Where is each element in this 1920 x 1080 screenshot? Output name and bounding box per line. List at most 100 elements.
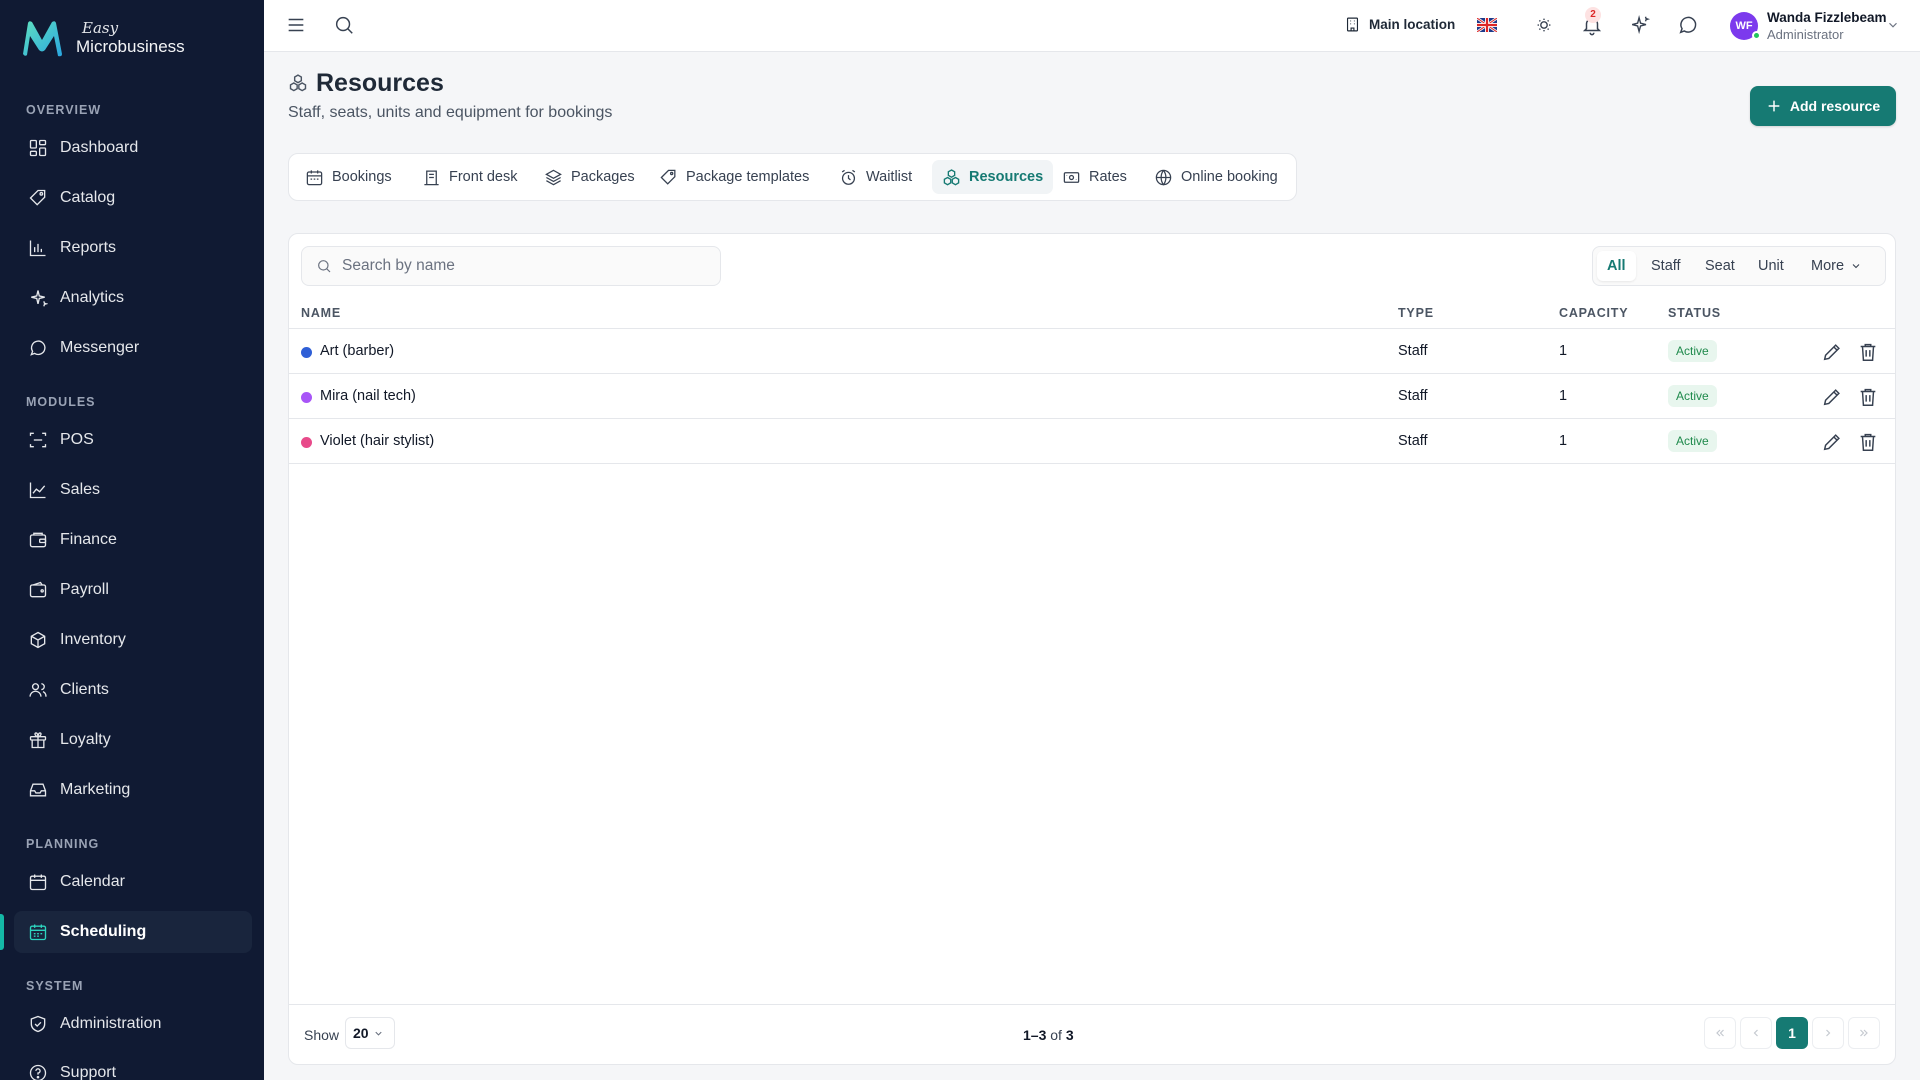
sidebar-item-inventory[interactable]: Inventory <box>14 619 252 661</box>
page-button-current[interactable]: 1 <box>1776 1017 1808 1049</box>
tab-package-templates[interactable]: Package templates <box>649 160 819 194</box>
delete-button[interactable] <box>1857 431 1879 453</box>
sidebar-item-loyalty[interactable]: Loyalty <box>14 719 252 761</box>
status-badge: Active <box>1668 430 1717 452</box>
sidebar-item-catalog[interactable]: Catalog <box>14 177 252 219</box>
filter-more-label: More <box>1811 258 1845 274</box>
nav-section-overview: OVERVIEW <box>26 103 102 117</box>
global-search-button[interactable] <box>333 14 355 36</box>
ai-assistant-button[interactable] <box>1629 14 1651 36</box>
range-of: of <box>1050 1027 1062 1043</box>
inventory-icon <box>30 631 46 649</box>
resource-capacity: 1 <box>1559 343 1568 359</box>
notification-count-badge: 2 <box>1585 7 1601 23</box>
page-title: Resources <box>316 69 444 97</box>
reports-icon <box>29 240 46 257</box>
sidebar-item-analytics[interactable]: Analytics <box>14 277 252 319</box>
resource-color-dot <box>301 437 312 448</box>
loyalty-icon <box>29 732 47 749</box>
location-selector[interactable]: Main location <box>1344 16 1455 33</box>
nav-section-modules: MODULES <box>26 395 96 409</box>
resource-type: Staff <box>1398 433 1428 449</box>
sidebar-item-label: Payroll <box>60 581 109 598</box>
sidebar-item-scheduling[interactable]: Scheduling <box>14 911 252 953</box>
column-header-name[interactable]: NAME <box>301 306 341 320</box>
sidebar-item-support[interactable]: Support <box>14 1052 252 1080</box>
status-badge: Active <box>1668 340 1717 362</box>
sidebar-item-dashboard[interactable]: Dashboard <box>14 127 252 169</box>
sidebar-item-payroll[interactable]: Payroll <box>14 569 252 611</box>
table-row[interactable]: Violet (hair stylist) Staff 1 Active <box>289 419 1895 464</box>
tab-resources[interactable]: Resources <box>932 160 1054 194</box>
sun-icon <box>1537 18 1551 32</box>
messenger-icon <box>30 340 46 356</box>
sidebar-item-clients[interactable]: Clients <box>14 669 252 711</box>
sidebar-item-label: Administration <box>60 1015 162 1032</box>
resources-icon <box>289 74 307 92</box>
filter-staff[interactable]: Staff <box>1641 251 1691 281</box>
previous-page-button[interactable] <box>1740 1017 1772 1049</box>
delete-button[interactable] <box>1857 386 1879 408</box>
filter-more[interactable]: More <box>1801 251 1872 281</box>
tab-label: Package templates <box>686 169 810 185</box>
column-header-status[interactable]: STATUS <box>1668 306 1721 320</box>
messages-button[interactable] <box>1677 14 1699 36</box>
column-header-capacity[interactable]: CAPACITY <box>1559 306 1628 320</box>
sidebar-item-label: Sales <box>60 481 101 498</box>
active-indicator <box>0 914 4 950</box>
help-icon <box>29 1064 47 1080</box>
sidebar-item-finance[interactable]: Finance <box>14 519 252 561</box>
table-row[interactable]: Art (barber) Staff 1 Active <box>289 329 1895 374</box>
sidebar-item-label: Clients <box>60 681 109 698</box>
delete-button[interactable] <box>1857 341 1879 363</box>
tab-front-desk[interactable]: Front desk <box>412 160 528 194</box>
filter-seat[interactable]: Seat <box>1695 251 1745 281</box>
filter-all[interactable]: All <box>1597 251 1636 281</box>
trash-icon <box>1860 388 1876 406</box>
filter-unit[interactable]: Unit <box>1748 251 1794 281</box>
tab-packages[interactable]: Packages <box>534 160 645 194</box>
pencil-icon <box>1823 344 1840 361</box>
table-row[interactable]: Mira (nail tech) Staff 1 Active <box>289 374 1895 419</box>
next-page-button[interactable] <box>1812 1017 1844 1049</box>
add-resource-label: Add resource <box>1789 98 1881 114</box>
pencil-icon <box>1823 434 1840 451</box>
theme-toggle-button[interactable] <box>1533 14 1555 36</box>
last-page-button[interactable] <box>1848 1017 1880 1049</box>
sidebar-item-reports[interactable]: Reports <box>14 227 252 269</box>
sidebar-item-messenger[interactable]: Messenger <box>14 327 252 369</box>
alarm-clock-icon <box>841 169 856 185</box>
first-page-button[interactable] <box>1704 1017 1736 1049</box>
tab-label: Rates <box>1089 169 1127 185</box>
edit-button[interactable] <box>1821 341 1843 363</box>
tab-label: Online booking <box>1181 169 1278 185</box>
pagination-summary: 1–3 of 3 <box>1023 1027 1074 1043</box>
pencil-icon <box>1823 389 1840 406</box>
sidebar-item-sales[interactable]: Sales <box>14 469 252 511</box>
edit-button[interactable] <box>1821 386 1843 408</box>
edit-button[interactable] <box>1821 431 1843 453</box>
sidebar-item-administration[interactable]: Administration <box>14 1003 252 1045</box>
brand-logo[interactable]: Easy Microbusiness <box>20 18 185 58</box>
tab-bookings[interactable]: Bookings <box>295 160 402 194</box>
tab-label: Resources <box>969 169 1044 185</box>
tab-rates[interactable]: Rates <box>1052 160 1137 194</box>
sidebar-item-label: Analytics <box>60 289 125 306</box>
tab-waitlist[interactable]: Waitlist <box>829 160 922 194</box>
chevron-left-icon <box>1753 1029 1758 1037</box>
column-header-type[interactable]: TYPE <box>1398 306 1434 320</box>
page-subtitle: Staff, seats, units and equipment for bo… <box>288 104 613 121</box>
sidebar-item-calendar[interactable]: Calendar <box>14 861 252 903</box>
sidebar-item-pos[interactable]: POS <box>14 419 252 461</box>
search-input[interactable] <box>342 257 702 275</box>
resource-type: Staff <box>1398 343 1428 359</box>
page-size-select[interactable]: 20 <box>345 1017 395 1049</box>
resource-name: Mira (nail tech) <box>320 388 416 404</box>
tab-online-booking[interactable]: Online booking <box>1144 160 1288 194</box>
sidebar-item-label: Messenger <box>60 339 140 356</box>
marketing-icon <box>29 783 47 797</box>
sidebar-item-marketing[interactable]: Marketing <box>14 769 252 811</box>
add-resource-button[interactable]: Add resource <box>1750 86 1896 126</box>
menu-toggle-button[interactable] <box>285 14 307 36</box>
tab-label: Packages <box>571 169 635 185</box>
